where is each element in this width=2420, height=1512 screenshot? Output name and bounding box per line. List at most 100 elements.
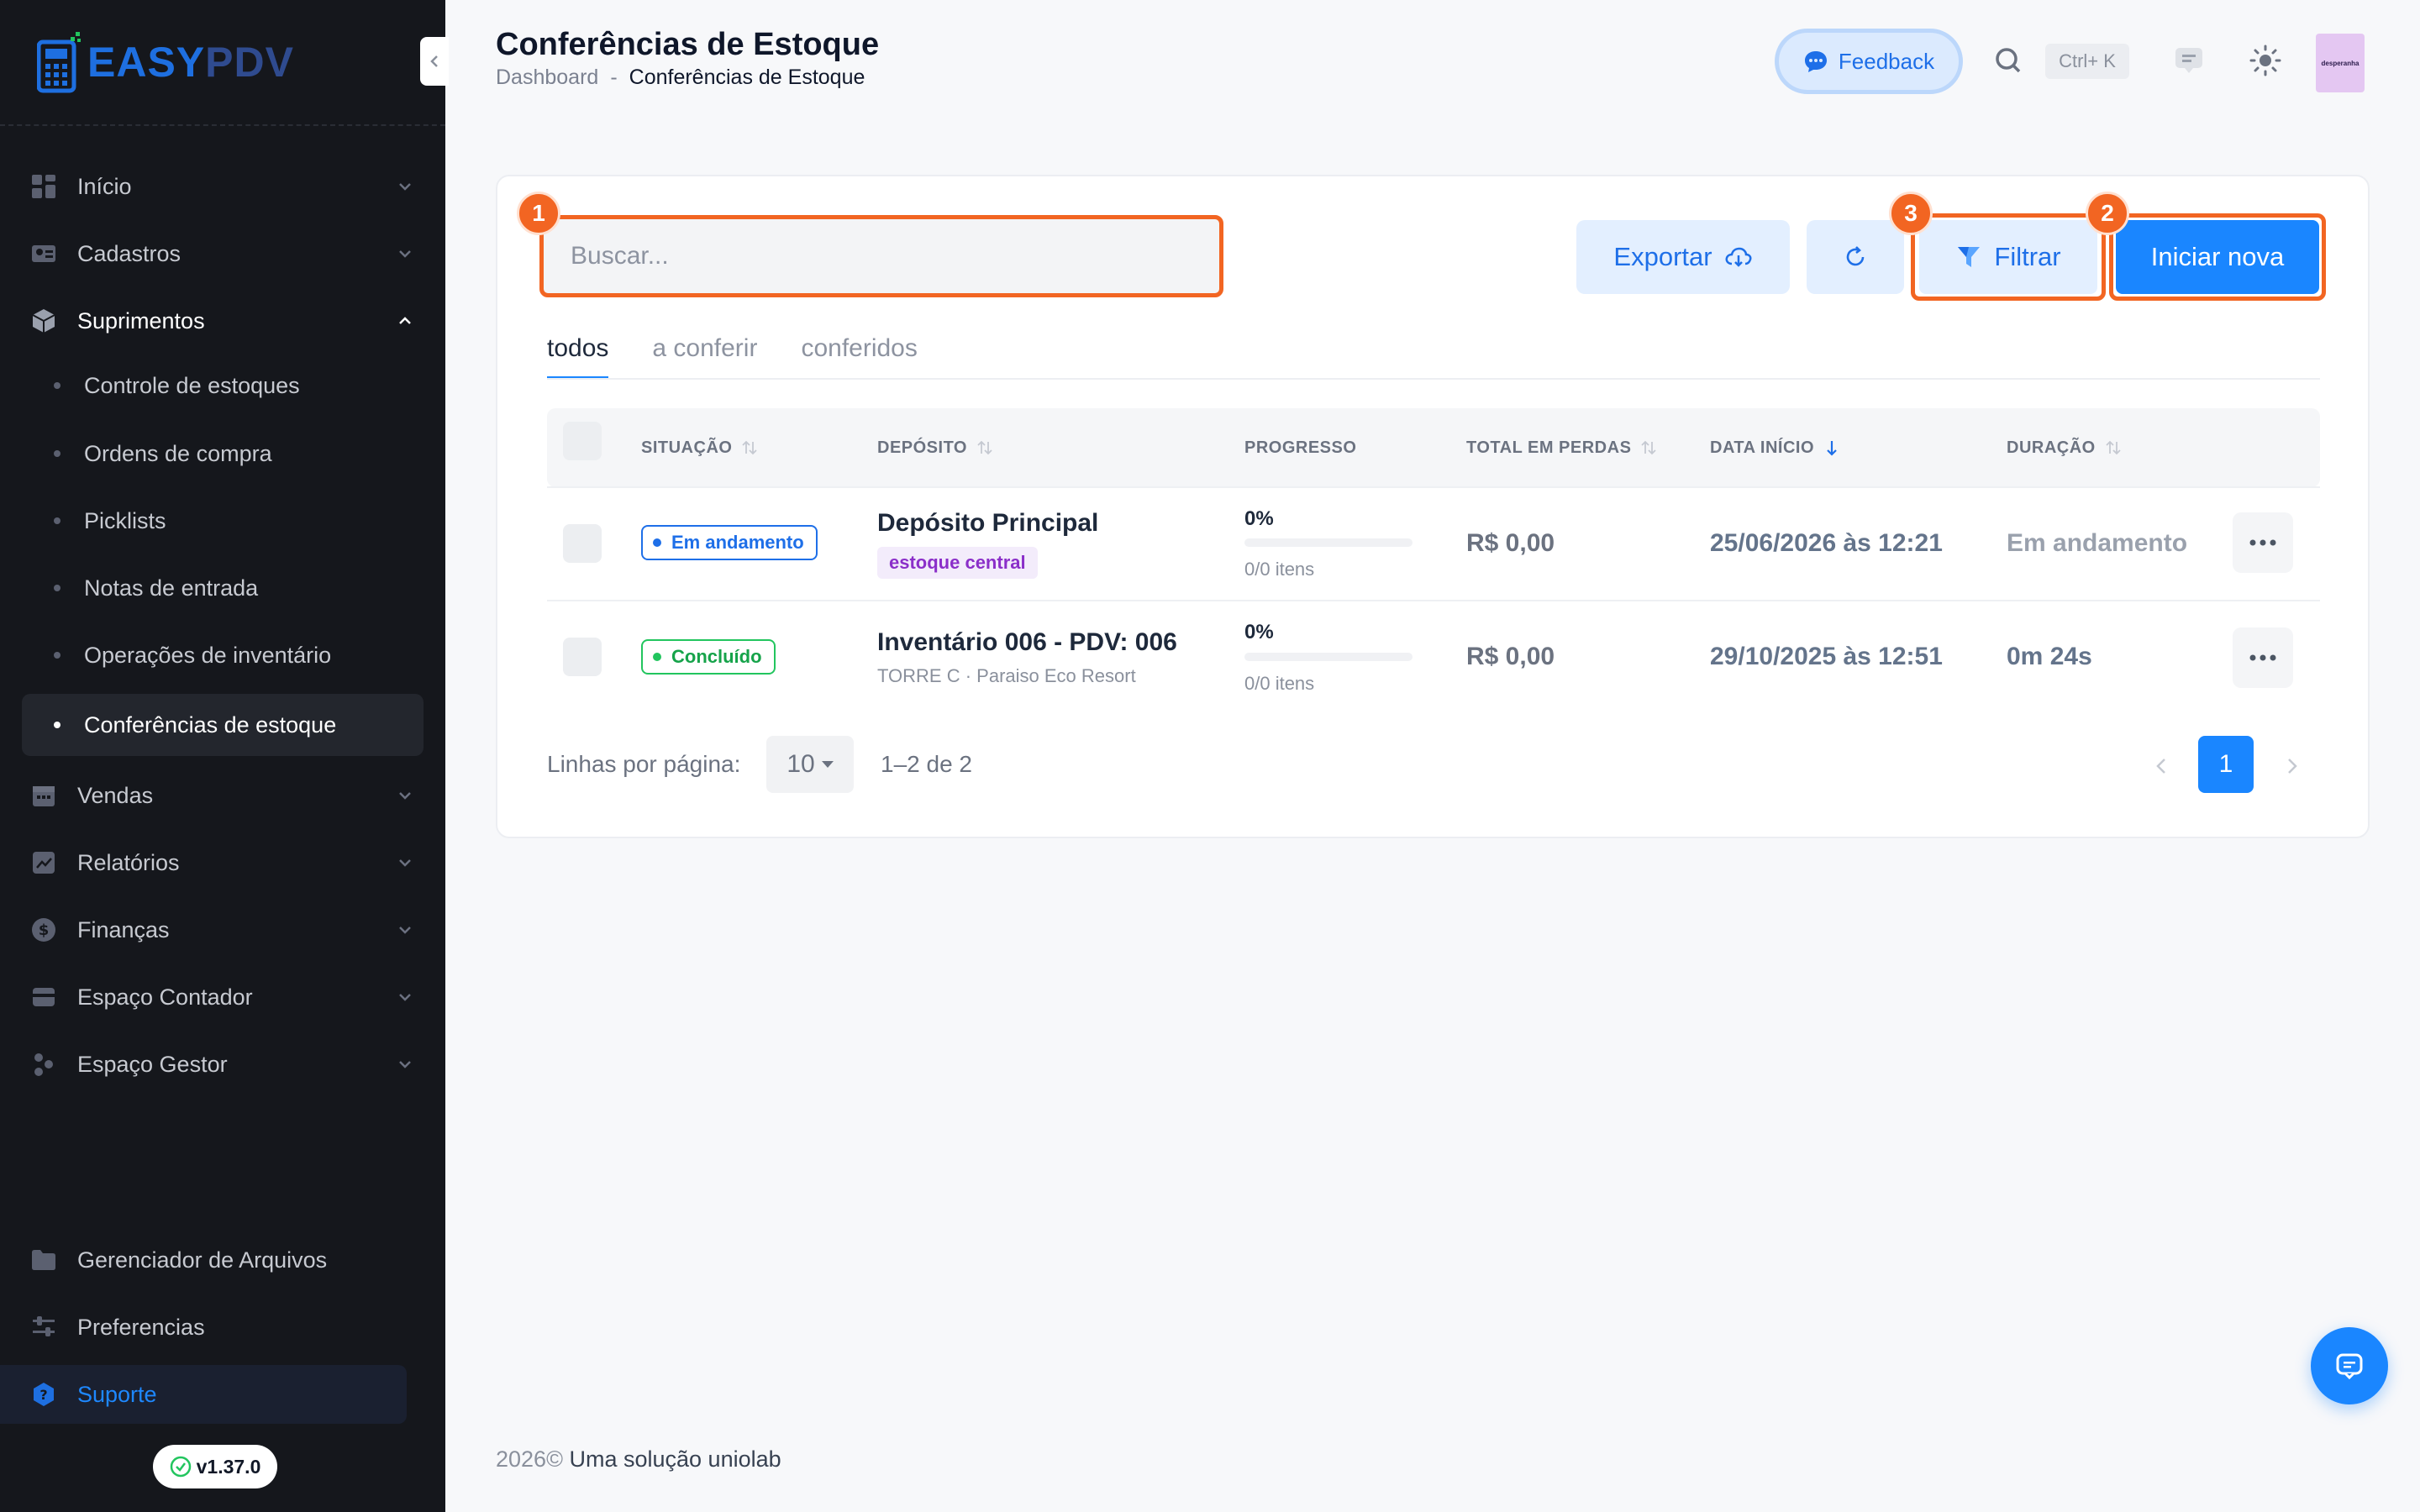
bullet-icon [54,585,60,591]
feedback-button[interactable]: Feedback [1775,29,1963,94]
rows-per-page-select[interactable]: 10 [766,736,854,793]
sidebar-subitem-label: Notas de entrada [84,575,259,601]
rows-per-page-value: 10 [786,750,815,778]
start-date: 29/10/2025 às 12:51 [1710,643,1943,670]
previous-page-button[interactable] [2144,749,2178,783]
sidebar-item-financas[interactable]: $ Finanças [22,900,425,959]
search-field-highlight [539,215,1223,297]
sidebar-item-preferencias[interactable]: Preferencias [22,1298,425,1357]
row-divider [547,486,2320,488]
breadcrumb-home-link[interactable]: Dashboard [496,66,598,90]
progress-items: 0/0 itens [1244,559,1315,580]
sidebar-subitem-controle-estoques[interactable]: Controle de estoques [22,354,424,417]
export-button[interactable]: Exportar [1576,220,1790,294]
sidebar-item-cadastros[interactable]: Cadastros [22,224,425,283]
sidebar-subitem-label: Operações de inventário [84,642,332,668]
progress-percent: 0% [1244,621,1274,643]
chat-support-button[interactable] [2311,1327,2388,1404]
select-all-checkbox[interactable] [563,422,602,460]
sidebar-subitem-ordens-compra[interactable]: Ordens de compra [22,423,424,485]
sidebar-item-espaco-gestor[interactable]: Espaço Gestor [22,1035,425,1094]
deposit-tag: estoque central [877,547,1038,579]
chevron-right-icon [2288,759,2297,774]
chevron-down-icon [395,853,415,873]
sidebar-subitem-operacoes-inventario[interactable]: Operações de inventário [22,624,424,686]
status-badge: Em andamento [641,525,818,560]
refresh-button[interactable] [1807,220,1904,294]
chevron-down-icon [395,920,415,940]
sort-icon [740,438,759,457]
status-badge: Concluído [641,639,776,675]
search-icon[interactable] [1993,45,2023,76]
breadcrumb-separator: - [610,66,618,89]
breadcrumb-current: Conferências de Estoque [629,66,865,89]
tab-conferidos[interactable]: conferidos [801,328,917,380]
column-header-total-perdas[interactable]: TOTAL EM PERDAS [1466,408,1658,487]
chevron-down-icon [395,244,415,264]
theme-toggle-sun-icon[interactable] [2249,44,2282,77]
column-header-duracao[interactable]: DURAÇÃO [2007,408,2123,487]
column-header-situacao[interactable]: SITUAÇÃO [641,408,759,487]
pos-terminal-icon [36,30,82,94]
sidebar-item-gerenciador-arquivos[interactable]: Gerenciador de Arquivos [22,1231,425,1289]
sidebar-item-suporte[interactable]: ? Suporte [0,1365,407,1424]
progress-percent: 0% [1244,507,1274,530]
cloud-download-icon [1724,243,1753,271]
deposit-name: Depósito Principal [877,509,1099,537]
chevron-down-icon [395,987,415,1007]
chevron-down-icon [395,785,415,806]
sidebar-subitem-conferencias-estoque[interactable]: Conferências de estoque [22,694,424,756]
sidebar-item-label: Início [77,173,132,199]
box-icon [29,306,59,336]
version-badge: v1.37.0 [153,1445,277,1488]
sidebar-subitem-label: Picklists [84,507,166,533]
messages-icon[interactable] [2173,44,2205,76]
sidebar-item-espaco-contador[interactable]: Espaço Contador [22,968,425,1026]
sidebar-subitem-notas-entrada[interactable]: Notas de entrada [22,557,424,619]
row-actions-button[interactable] [2233,627,2293,688]
collapse-sidebar-button[interactable] [420,37,449,86]
start-new-button[interactable]: Iniciar nova [2116,220,2319,294]
row-checkbox[interactable] [563,638,602,676]
sliders-icon [29,1312,59,1342]
brand-name: EASYPDV [87,39,294,86]
tab-todos[interactable]: todos [547,328,609,380]
annotation-marker-3: 3 [1889,192,1933,235]
column-header-data-inicio[interactable]: DATA INÍCIO [1710,408,1841,487]
tab-a-conferir[interactable]: a conferir [652,328,757,380]
search-input[interactable] [544,219,1219,293]
start-date: 25/06/2026 às 12:21 [1710,529,1943,557]
sidebar-item-suprimentos[interactable]: Suprimentos [22,291,425,350]
row-checkbox[interactable] [563,524,602,563]
column-label: PROGRESSO [1244,438,1357,457]
chart-icon [29,848,59,878]
svg-text:$: $ [39,921,50,939]
sidebar-item-relatorios[interactable]: Relatórios [22,833,425,892]
page-button-current[interactable]: 1 [2198,736,2254,793]
filter-button[interactable]: Filtrar [1919,220,2097,294]
funnel-icon [1955,244,1982,270]
column-label: DEPÓSITO [877,438,967,457]
avatar-text: desperanha [2321,59,2360,67]
sidebar-subitem-picklists[interactable]: Picklists [22,490,424,552]
sidebar-item-inicio[interactable]: Início [22,157,425,216]
bullet-icon [54,517,60,524]
sidebar: EASYPDV Início Cadastros Suprimentos Con… [0,0,449,1512]
sidebar-item-vendas[interactable]: Vendas [22,766,425,825]
sidebar-subitem-label: Conferências de estoque [84,711,337,738]
chevron-down-icon [395,176,415,197]
column-label: TOTAL EM PERDAS [1466,438,1632,457]
svg-text:?: ? [39,1387,47,1403]
status-text: Concluído [671,646,762,667]
progress-bar [1244,653,1413,661]
column-header-deposito[interactable]: DEPÓSITO [877,408,994,487]
next-page-button[interactable] [2275,749,2309,783]
brand-logo[interactable]: EASYPDV [36,29,294,96]
annotation-marker-1: 1 [517,192,560,235]
row-actions-button[interactable] [2233,512,2293,573]
user-avatar[interactable]: desperanha [2316,34,2365,92]
wallet-icon [29,982,59,1012]
tabs-divider [547,378,2320,380]
dashboard-icon [29,171,59,202]
sidebar-subitem-label: Ordens de compra [84,440,272,466]
